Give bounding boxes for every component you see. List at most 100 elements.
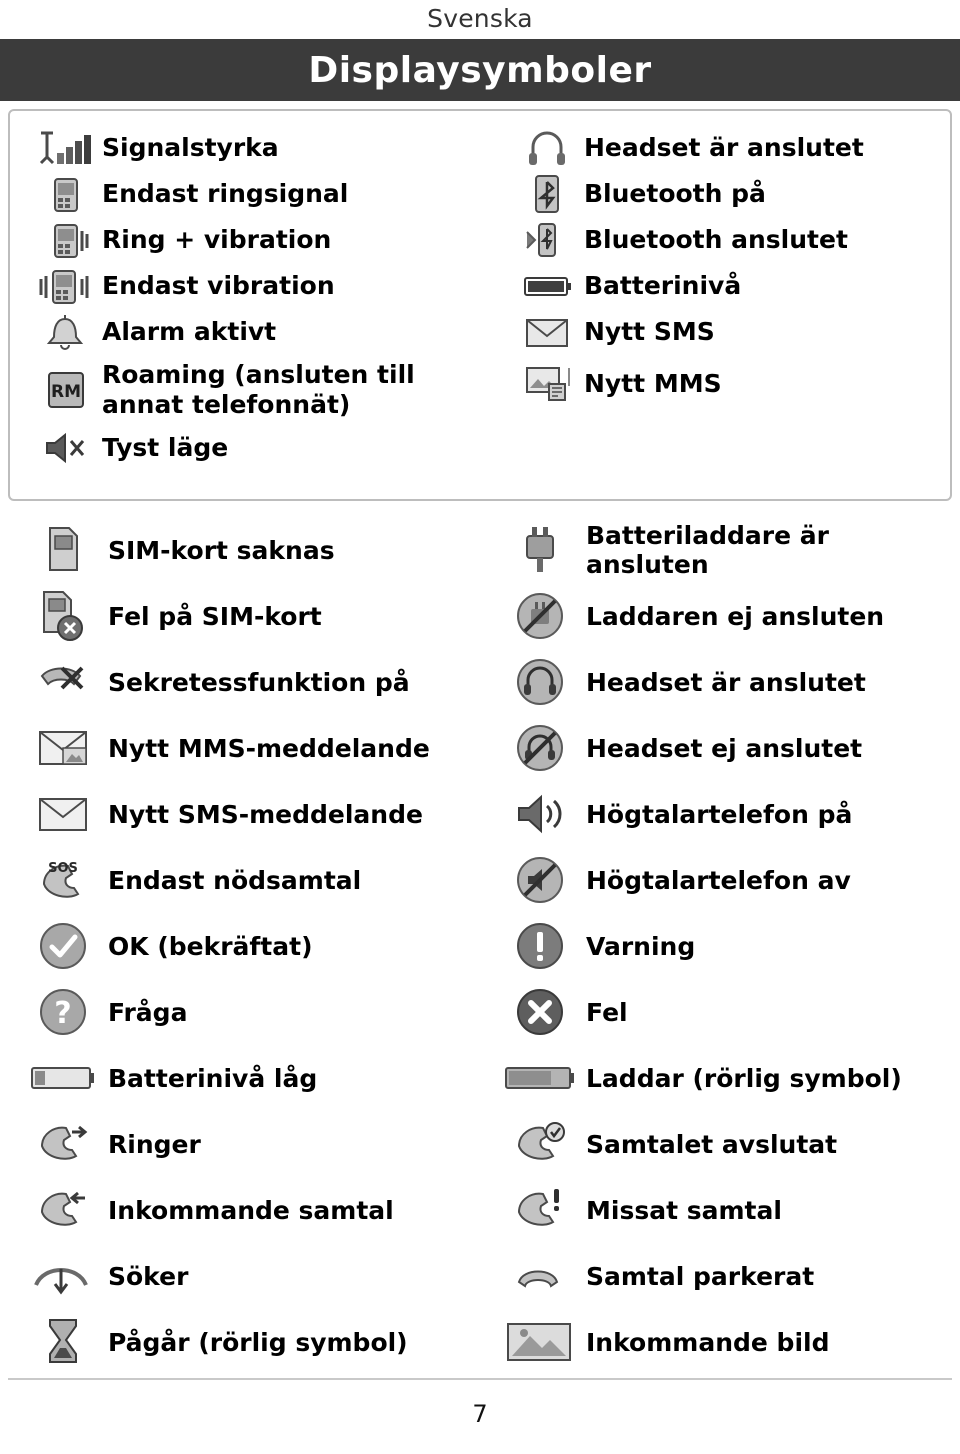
- list-item-label: Nytt MMS: [584, 368, 722, 398]
- call-ended-icon: [494, 1118, 586, 1170]
- table-row-label: Samtal parkerat: [586, 1261, 815, 1291]
- table-row-label: Sekretessfunktion på: [108, 667, 410, 697]
- incoming-call-icon: [18, 1184, 108, 1236]
- table-row-label: OK (bekräftat): [108, 931, 313, 961]
- table-row-label: Headset ej anslutet: [586, 733, 863, 763]
- silent-mode-icon: [28, 427, 102, 469]
- table-row: Högtalartelefon av: [494, 847, 954, 913]
- table-row-label: Fel på SIM-kort: [108, 601, 322, 631]
- list-item: Batterinivå: [510, 263, 960, 309]
- table-row: SIM-kort saknas: [18, 517, 488, 583]
- table-row: OK (bekräftat): [18, 913, 488, 979]
- sim-card-error-icon: [18, 586, 108, 646]
- list-item-label: Endast ringsignal: [102, 178, 349, 208]
- list-item: Bluetooth anslutet: [510, 217, 960, 263]
- signal-strength-icon: [28, 127, 102, 169]
- table-row: Fel på SIM-kort: [18, 583, 488, 649]
- page-title-bar: Displaysymboler: [0, 39, 960, 101]
- list-item: Nytt MMS: [510, 355, 960, 413]
- list-item: Signalstyrka: [28, 125, 498, 171]
- svg-text:SOS: SOS: [48, 861, 78, 876]
- charging-icon: [494, 1061, 586, 1095]
- list-item-label: Bluetooth på: [584, 178, 766, 208]
- table-row-label: Batteriladdare är ansluten: [586, 521, 829, 579]
- incoming-picture-icon: [494, 1318, 586, 1366]
- table-row-label: Pågår (rörlig symbol): [108, 1327, 408, 1357]
- language-label: Svenska: [427, 4, 533, 33]
- table-row: Laddaren ej ansluten: [494, 583, 954, 649]
- footer-divider: [8, 1378, 952, 1380]
- bluetooth-on-icon: [510, 172, 584, 216]
- table-row-label: Fel: [586, 997, 628, 1027]
- new-mms-icon: [510, 361, 584, 407]
- list-item-label: Batterinivå: [584, 270, 742, 300]
- question-icon: ?: [18, 984, 108, 1040]
- table-row: Pågår (rörlig symbol): [18, 1309, 488, 1375]
- list-item-label: Tyst läge: [102, 432, 229, 462]
- list-item-label: Endast vibration: [102, 270, 335, 300]
- table-row: Ringer: [18, 1111, 488, 1177]
- table-row: Laddar (rörlig symbol): [494, 1045, 954, 1111]
- list-item: Alarm aktivt: [28, 309, 498, 355]
- charger-connected-icon: [494, 522, 586, 578]
- headset-connected-icon: [494, 653, 586, 711]
- table-row: Headset är anslutet: [494, 649, 954, 715]
- alarm-bell-icon: [28, 311, 102, 353]
- call-on-hold-icon: [494, 1254, 586, 1298]
- hourglass-icon: [18, 1314, 108, 1370]
- table-row: Sekretessfunktion på: [18, 649, 488, 715]
- table-row: Samtalet avslutat: [494, 1111, 954, 1177]
- emergency-calls-only-icon: SOS: [18, 854, 108, 906]
- list-item-label: Bluetooth anslutet: [584, 224, 848, 254]
- table-row-label: Laddar (rörlig symbol): [586, 1063, 902, 1093]
- privacy-function-icon: [18, 654, 108, 710]
- table-row-label: Söker: [108, 1261, 189, 1291]
- list-item-label: Signalstyrka: [102, 132, 279, 162]
- vibrate-only-icon: [28, 265, 102, 307]
- speakerphone-on-icon: [494, 788, 586, 840]
- table-row: Batterinivå låg: [18, 1045, 488, 1111]
- table-row: Högtalartelefon på: [494, 781, 954, 847]
- page-title: Displaysymboler: [308, 49, 652, 91]
- table-row-label: Högtalartelefon av: [586, 865, 851, 895]
- table-row: Nytt SMS-meddelande: [18, 781, 488, 847]
- table-row-label: Högtalartelefon på: [586, 799, 853, 829]
- table-row: Inkommande samtal: [18, 1177, 488, 1243]
- missed-call-icon: [494, 1184, 586, 1236]
- table-row-label: Missat samtal: [586, 1195, 782, 1225]
- ok-check-icon: [18, 918, 108, 974]
- svg-text:RM: RM: [51, 382, 81, 402]
- table-row-label: Laddaren ej ansluten: [586, 601, 885, 631]
- sim-card-missing-icon: [18, 522, 108, 578]
- charger-not-connected-icon: [494, 587, 586, 645]
- table-row: Varning: [494, 913, 954, 979]
- list-item: Endast vibration: [28, 263, 498, 309]
- table-row-label: Nytt SMS-meddelande: [108, 799, 423, 829]
- ring-only-icon: [28, 173, 102, 215]
- table-row-label: Headset är anslutet: [586, 667, 866, 697]
- outgoing-call-icon: [18, 1118, 108, 1170]
- svg-text:?: ?: [54, 996, 71, 1031]
- table-row: Headset ej anslutet: [494, 715, 954, 781]
- table-row: Söker: [18, 1243, 488, 1309]
- battery-level-icon: [510, 269, 584, 303]
- bluetooth-connected-icon: [510, 218, 584, 262]
- ring-and-vibrate-icon: [28, 219, 102, 261]
- list-item: Headset är anslutet: [510, 125, 960, 171]
- list-item-label: Headset är anslutet: [584, 132, 864, 162]
- page-number: 7: [472, 1400, 488, 1428]
- table-row-label: Varning: [586, 931, 696, 961]
- warning-icon: [494, 917, 586, 975]
- new-sms-icon: [510, 311, 584, 353]
- roaming-icon: RM: [28, 367, 102, 413]
- table-row: Samtal parkerat: [494, 1243, 954, 1309]
- table-row: Inkommande bild: [494, 1309, 954, 1375]
- searching-icon: [18, 1251, 108, 1301]
- new-sms-message-icon: [18, 790, 108, 838]
- list-item: Nytt SMS: [510, 309, 960, 355]
- table-row: Missat samtal: [494, 1177, 954, 1243]
- table-row: SOS Endast nödsamtal: [18, 847, 488, 913]
- speakerphone-off-icon: [494, 851, 586, 909]
- table-row: Batteriladdare är ansluten: [494, 517, 954, 583]
- new-mms-message-icon: [18, 724, 108, 772]
